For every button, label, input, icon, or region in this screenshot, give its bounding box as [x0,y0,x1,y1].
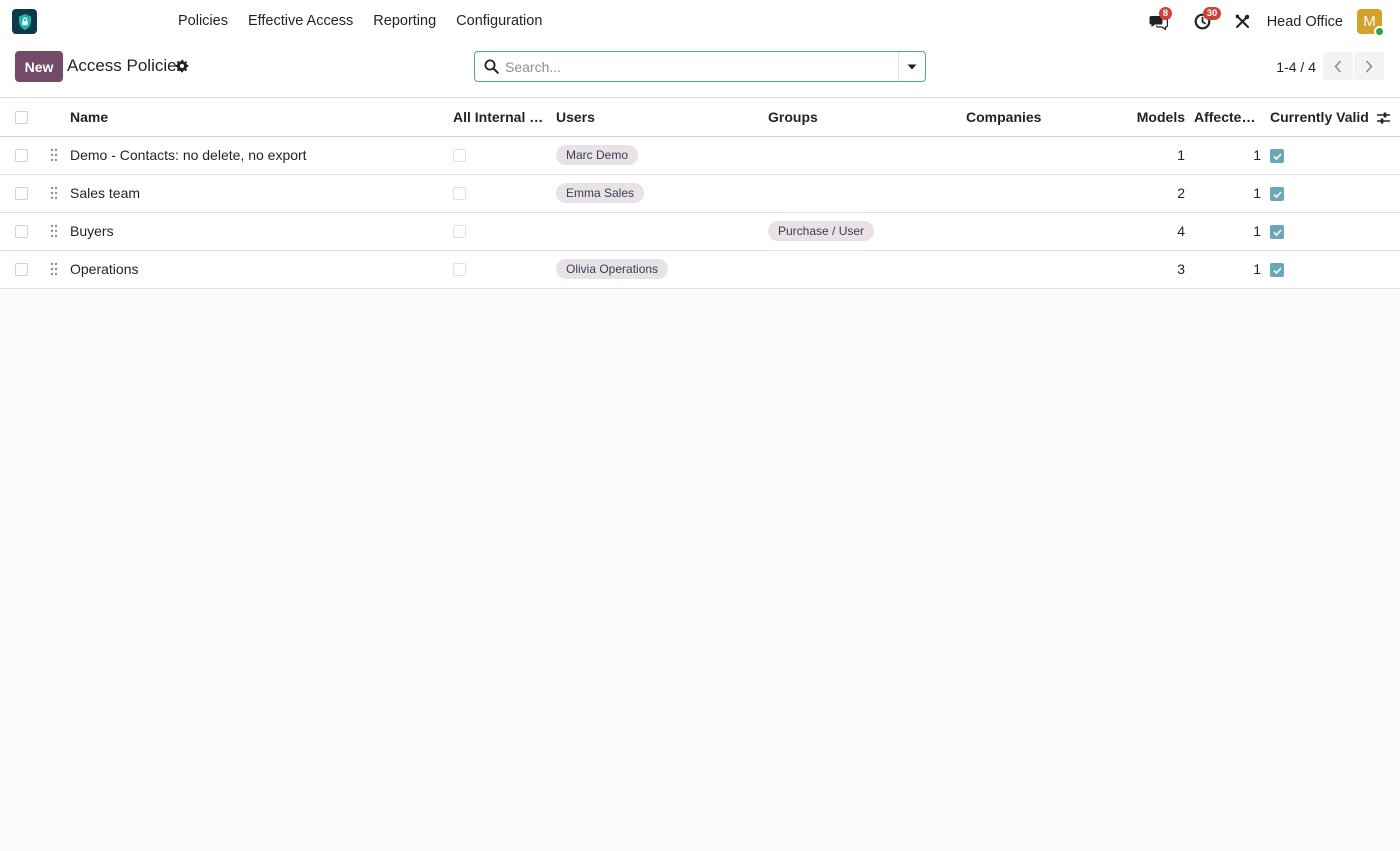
cell-affected: 1 [1253,147,1261,163]
row-select-checkbox[interactable] [15,187,28,200]
cell-users: Olivia Operations [556,251,756,288]
group-tag[interactable]: Purchase / User [768,221,875,242]
pager-value[interactable]: 1-4 / 4 [1276,59,1316,75]
cell-groups [768,175,958,212]
shield-lock-icon [18,13,31,30]
currently-valid-checkbox [1270,225,1284,239]
cell-models: 1 [1177,147,1185,163]
col-header-groups[interactable]: Groups [768,99,958,136]
table-row[interactable]: Operations Olivia Operations 3 1 [0,251,1400,289]
policies-list: Name All Internal U... Users Groups Comp… [0,99,1400,289]
cell-affected: 1 [1253,223,1261,239]
search-icon [484,59,499,74]
row-select-checkbox[interactable] [15,149,28,162]
col-header-currently-valid[interactable]: Currently Valid [1270,99,1370,136]
cell-name[interactable]: Operations [70,251,440,288]
cell-name[interactable]: Sales team [70,175,440,212]
check-icon [1272,152,1282,160]
select-all-checkbox[interactable] [15,111,28,124]
all-internal-users-checkbox [453,149,466,162]
row-select-checkbox[interactable] [15,263,28,276]
all-internal-users-checkbox [453,225,466,238]
drag-handle-icon[interactable] [50,224,58,238]
cell-users: Emma Sales [556,175,756,212]
menu-configuration[interactable]: Configuration [446,0,552,43]
cell-affected: 1 [1253,185,1261,201]
user-tag[interactable]: Marc Demo [556,145,639,166]
user-avatar[interactable]: M [1357,9,1385,37]
cell-models: 4 [1177,223,1185,239]
debug-tools-button[interactable] [1231,10,1255,34]
control-panel: New Access Policies 1-4 / 4 [0,43,1400,98]
drag-handle-icon[interactable] [50,186,58,200]
table-header: Name All Internal U... Users Groups Comp… [0,99,1400,137]
menu-effective-access[interactable]: Effective Access [238,0,363,43]
drag-handle-icon[interactable] [50,148,58,162]
menu-reporting[interactable]: Reporting [363,0,446,43]
cell-users [556,213,756,250]
page-title: Access Policies [67,56,186,75]
col-header-name[interactable]: Name [70,99,440,136]
user-tag[interactable]: Olivia Operations [556,259,669,280]
table-row[interactable]: Demo - Contacts: no delete, no export Ma… [0,137,1400,175]
caret-down-icon [907,64,917,69]
check-icon [1272,190,1282,198]
pager-previous-button[interactable] [1323,52,1353,80]
currently-valid-checkbox [1270,263,1284,277]
currently-valid-checkbox [1270,149,1284,163]
table-row[interactable]: Sales team Emma Sales 2 1 [0,175,1400,213]
user-tag[interactable]: Emma Sales [556,183,645,204]
pager-next-button[interactable] [1354,52,1384,80]
messages-count-badge: 8 [1158,6,1172,20]
new-button[interactable]: New [15,51,63,82]
all-internal-users-checkbox [453,187,466,200]
chevron-left-icon [1334,59,1342,73]
cell-groups: Purchase / User [768,213,958,250]
online-status-dot [1374,26,1385,37]
menu-policies[interactable]: Policies [168,0,238,43]
activities-count-badge: 30 [1202,6,1222,20]
search-options-toggle[interactable] [898,52,925,81]
col-header-users[interactable]: Users [556,99,756,136]
cell-affected: 1 [1253,261,1261,277]
tools-icon [1235,14,1250,28]
cell-models: 2 [1177,185,1185,201]
avatar-letter: M [1363,13,1376,30]
all-internal-users-checkbox [453,263,466,276]
app-logo-icon[interactable] [12,9,37,34]
optional-columns-toggle-icon[interactable] [1376,111,1391,125]
main-menu: Policies Effective Access Reporting Conf… [168,0,552,43]
cell-users: Marc Demo [556,137,756,174]
messages-button[interactable]: 8 [1147,6,1172,34]
currently-valid-checkbox [1270,187,1284,201]
company-switcher[interactable]: Head Office [1267,14,1343,30]
col-header-models[interactable]: Models [1100,99,1185,136]
gear-icon[interactable] [175,59,189,73]
cell-groups [768,137,958,174]
cell-name[interactable]: Buyers [70,213,440,250]
col-header-all-internal-users[interactable]: All Internal U... [453,99,548,136]
cell-groups [768,251,958,288]
search-box [474,51,926,82]
table-row[interactable]: Buyers Purchase / User 4 1 [0,213,1400,251]
activities-button[interactable]: 30 [1191,6,1222,34]
check-icon [1272,228,1282,236]
chevron-right-icon [1365,59,1373,73]
search-input[interactable] [505,54,895,79]
top-navbar: Policies Effective Access Reporting Conf… [0,0,1400,43]
drag-handle-icon[interactable] [50,262,58,276]
row-select-checkbox[interactable] [15,225,28,238]
cell-models: 3 [1177,261,1185,277]
cell-name[interactable]: Demo - Contacts: no delete, no export [70,137,440,174]
col-header-affected[interactable]: Affected ... [1194,99,1261,136]
systray: 8 30 Head Office M [1147,0,1400,43]
check-icon [1272,266,1282,274]
